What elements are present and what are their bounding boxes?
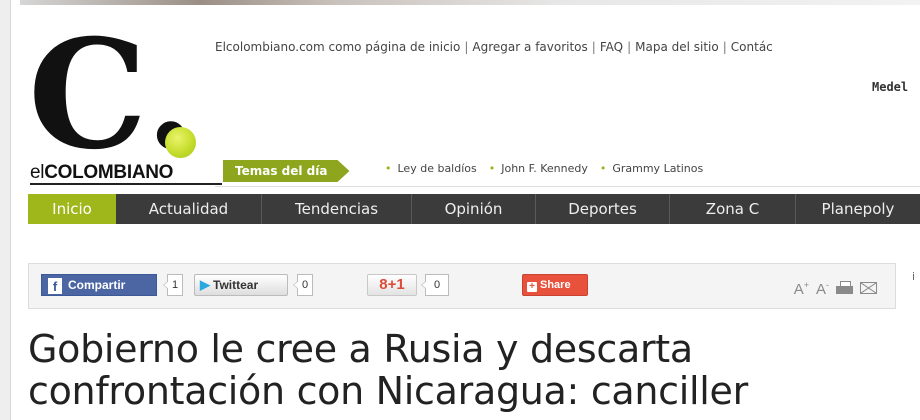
logo-ball-icon xyxy=(165,127,196,158)
link-homepage[interactable]: Elcolombiano.com como página de inicio xyxy=(215,40,460,54)
twitter-bird-icon: ▶ xyxy=(200,277,210,292)
separator: | xyxy=(464,40,469,54)
temas-del-dia-label: Temas del día xyxy=(223,160,349,182)
nav-item-planepoly[interactable]: Planepoly xyxy=(796,194,920,224)
font-increase-letter: A xyxy=(793,281,804,298)
google-plus-one-count: 0 xyxy=(421,274,449,296)
share-bar: f Compartir 1 ▶ Twittear 0 8+1 0 + Share A+… xyxy=(28,263,896,309)
separator: | xyxy=(627,40,632,54)
share-plus-icon: + xyxy=(527,282,537,292)
tema-link-ley-de-baldios[interactable]: Ley de baldíos xyxy=(398,162,477,175)
print-icon[interactable] xyxy=(836,280,853,295)
font-increase-button[interactable]: A+ xyxy=(794,276,809,299)
nav-item-inicio[interactable]: Inicio xyxy=(28,194,116,224)
edge-mark: i xyxy=(912,270,916,283)
separator: | xyxy=(591,40,596,54)
tema-link-grammy-latinos[interactable]: Grammy Latinos xyxy=(612,162,703,175)
separator: | xyxy=(722,40,727,54)
tema-item: • Ley de baldíos xyxy=(385,162,477,175)
tema-item: • John F. Kennedy xyxy=(489,162,588,175)
tema-link-john-f-kennedy[interactable]: John F. Kennedy xyxy=(501,162,588,175)
font-decrease-button[interactable]: A- xyxy=(816,276,829,299)
bullet-icon: • xyxy=(385,162,392,175)
article-tools: A+ A- xyxy=(794,276,877,299)
facebook-share-button[interactable]: f Compartir xyxy=(41,274,157,296)
page: C. elCOLOMBIANO Elcolombiano.com como pá… xyxy=(0,0,920,420)
logo-name: COLOMBIANO xyxy=(44,162,174,183)
link-favorites[interactable]: Agregar a favoritos xyxy=(472,40,587,54)
nav-item-actualidad[interactable]: Actualidad xyxy=(116,194,262,224)
facebook-share-label: Compartir xyxy=(68,278,126,292)
nav-item-deportes[interactable]: Deportes xyxy=(536,194,670,224)
facebook-share-count: 1 xyxy=(162,274,184,296)
top-banner-strip xyxy=(20,0,920,5)
nav-item-opinion[interactable]: Opinión xyxy=(412,194,536,224)
font-decrease-letter: A xyxy=(815,281,826,298)
utility-links: Elcolombiano.com como página de inicio | A… xyxy=(215,40,773,54)
bullet-icon: • xyxy=(599,162,607,175)
share-button[interactable]: + Share xyxy=(522,274,588,296)
temas-list: • Ley de baldíos • John F. Kennedy • Grammy… xyxy=(385,162,703,175)
main-nav: Inicio Actualidad Tendencias Opinión Dep… xyxy=(28,194,920,224)
font-decrease-sign: - xyxy=(826,280,829,290)
twitter-tweet-button[interactable]: ▶ Twittear xyxy=(194,274,288,296)
city-label: Medel xyxy=(872,80,909,94)
tema-item: • Grammy Latinos xyxy=(600,162,703,175)
temas-divider xyxy=(215,186,920,187)
bullet-icon: • xyxy=(488,162,496,175)
link-faq[interactable]: FAQ xyxy=(600,40,623,54)
font-increase-sign: + xyxy=(803,280,809,290)
link-sitemap[interactable]: Mapa del sitio xyxy=(635,40,719,54)
site-logo[interactable]: C. elCOLOMBIANO xyxy=(28,20,222,185)
logo-wordmark: elCOLOMBIANO xyxy=(30,162,173,184)
share-label: Share xyxy=(540,279,571,291)
left-margin-rule xyxy=(0,0,11,420)
google-plus-one-button[interactable]: 8+1 xyxy=(367,274,417,296)
logo-prefix: el xyxy=(30,162,45,183)
facebook-icon: f xyxy=(48,278,62,294)
nav-item-zona-c[interactable]: Zona C xyxy=(670,194,796,224)
nav-item-tendencias[interactable]: Tendencias xyxy=(262,194,412,224)
email-icon[interactable] xyxy=(860,281,877,294)
link-contact[interactable]: Contác xyxy=(731,40,773,54)
twitter-tweet-count: 0 xyxy=(292,274,314,296)
logo-underline xyxy=(30,183,222,185)
twitter-tweet-label: Twittear xyxy=(213,278,259,292)
article-headline: Gobierno le cree a Rusia y descarta conf… xyxy=(28,327,748,413)
